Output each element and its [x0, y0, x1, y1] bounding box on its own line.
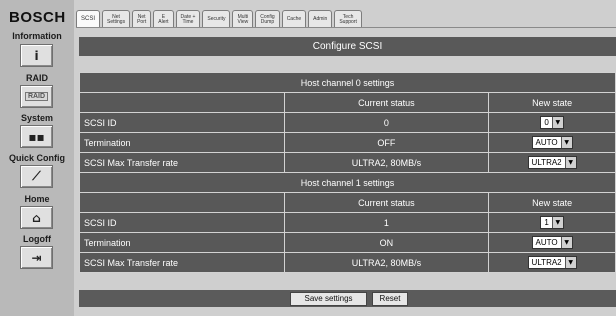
select-value: 0	[544, 118, 549, 127]
row-label: Termination	[79, 132, 285, 153]
current-value: 1	[283, 212, 490, 233]
row-label: SCSI Max Transfer rate	[79, 152, 285, 173]
sidebar-label-system: System	[20, 113, 54, 123]
select-value: AUTO	[535, 238, 558, 247]
column-header-new: New state	[488, 192, 616, 213]
select-value: ULTRA2	[531, 258, 562, 267]
tab-multi-view[interactable]: Multi View	[232, 10, 254, 28]
column-header-blank	[79, 92, 285, 113]
tab-security[interactable]: Security	[202, 10, 231, 28]
sidebar: BOSCH Information i RAID RAID System ▪▪ …	[0, 0, 74, 316]
chevron-down-icon[interactable]: ▼	[564, 257, 576, 268]
sidebar-item-raid[interactable]: RAID	[20, 85, 53, 108]
row-label: SCSI Max Transfer rate	[79, 252, 285, 273]
tab-config-dump[interactable]: Config Dump	[255, 10, 280, 28]
table-row: SCSI ID 1 1 ▼	[79, 212, 616, 233]
row-label: SCSI ID	[79, 112, 285, 133]
settings-table: Host channel 0 settings Current status N…	[79, 72, 616, 273]
chevron-down-icon[interactable]: ▼	[564, 157, 576, 168]
tab-net-settings[interactable]: Net Settings	[102, 10, 131, 28]
reset-button[interactable]: Reset	[372, 292, 408, 306]
table-row: SCSI Max Transfer rate ULTRA2, 80MB/s UL…	[79, 152, 616, 173]
column-header-row: Current status New state	[79, 192, 616, 213]
sidebar-label-information: Information	[12, 31, 62, 41]
home-icon: ⌂	[32, 210, 41, 225]
scsi-id-select[interactable]: 0 ▼	[540, 116, 564, 129]
current-value: OFF	[283, 132, 490, 153]
raid-icon: RAID	[24, 92, 49, 101]
transfer-rate-select[interactable]: ULTRA2 ▼	[527, 256, 577, 269]
column-header-current: Current status	[283, 92, 490, 113]
tab-tech-support[interactable]: Tech Support	[334, 10, 362, 28]
page-header: Configure SCSI	[79, 37, 616, 56]
tab-net-port[interactable]: Net Port	[132, 10, 152, 28]
tab-admin[interactable]: Admin	[308, 10, 333, 28]
select-value: 1	[544, 218, 549, 227]
new-state-cell: 1 ▼	[488, 212, 616, 233]
sidebar-item-home[interactable]: ⌂	[20, 206, 53, 229]
sidebar-item-system[interactable]: ▪▪	[20, 125, 53, 148]
table-row: SCSI Max Transfer rate ULTRA2, 80MB/s UL…	[79, 252, 616, 273]
quick-config-icon: ⟋	[32, 169, 41, 183]
termination-select[interactable]: AUTO ▼	[531, 236, 573, 249]
new-state-cell: 0 ▼	[488, 112, 616, 133]
channel-1-header-row: Host channel 1 settings	[79, 172, 616, 193]
channel-1-title: Host channel 1 settings	[79, 172, 616, 193]
current-value: ON	[283, 232, 490, 253]
channel-0-header-row: Host channel 0 settings	[79, 72, 616, 93]
page-title: Configure SCSI	[79, 37, 616, 56]
current-value: ULTRA2, 80MB/s	[283, 252, 490, 273]
new-state-cell: ULTRA2 ▼	[488, 152, 616, 173]
app-window: BOSCH Information i RAID RAID System ▪▪ …	[0, 0, 616, 316]
chevron-down-icon[interactable]: ▼	[560, 237, 572, 248]
tab-date-time[interactable]: Date + Time	[175, 10, 201, 28]
tab-bar: SCSI Net Settings Net Port E Alert Date …	[76, 10, 364, 28]
sidebar-label-raid: RAID	[26, 73, 48, 83]
select-value: AUTO	[535, 138, 558, 147]
column-header-row: Current status New state	[79, 92, 616, 113]
sidebar-item-quick-config[interactable]: ⟋	[20, 165, 53, 188]
system-icon: ▪▪	[28, 129, 45, 144]
new-state-cell: ULTRA2 ▼	[488, 252, 616, 273]
tab-scsi[interactable]: SCSI	[76, 10, 101, 28]
info-icon: i	[34, 48, 39, 63]
transfer-rate-select[interactable]: ULTRA2 ▼	[527, 156, 577, 169]
tab-e-alert[interactable]: E Alert	[153, 10, 174, 28]
new-state-cell: AUTO ▼	[488, 232, 616, 253]
table-row: Termination ON AUTO ▼	[79, 232, 616, 253]
select-value: ULTRA2	[531, 158, 562, 167]
current-value: 0	[283, 112, 490, 133]
tab-divider	[76, 27, 616, 28]
table-row: SCSI ID 0 0 ▼	[79, 112, 616, 133]
column-header-new: New state	[488, 92, 616, 113]
row-label: Termination	[79, 232, 285, 253]
new-state-cell: AUTO ▼	[488, 132, 616, 153]
sidebar-label-quick-config: Quick Config	[9, 153, 65, 163]
channel-0-title: Host channel 0 settings	[79, 72, 616, 93]
logoff-icon: ⇥	[31, 250, 42, 265]
column-header-blank	[79, 192, 285, 213]
table-row: Termination OFF AUTO ▼	[79, 132, 616, 153]
chevron-down-icon[interactable]: ▼	[551, 217, 563, 228]
scsi-id-select[interactable]: 1 ▼	[540, 216, 564, 229]
sidebar-item-logoff[interactable]: ⇥	[20, 246, 53, 269]
action-bar: Save settings Reset	[79, 290, 616, 307]
current-value: ULTRA2, 80MB/s	[283, 152, 490, 173]
tab-cache[interactable]: Cache	[281, 10, 307, 28]
sidebar-label-logoff: Logoff	[23, 234, 51, 244]
row-label: SCSI ID	[79, 212, 285, 233]
column-header-current: Current status	[283, 192, 490, 213]
termination-select[interactable]: AUTO ▼	[531, 136, 573, 149]
sidebar-label-home: Home	[24, 194, 50, 204]
chevron-down-icon[interactable]: ▼	[560, 137, 572, 148]
brand-logo: BOSCH	[9, 9, 66, 26]
chevron-down-icon[interactable]: ▼	[551, 117, 563, 128]
save-settings-button[interactable]: Save settings	[290, 292, 367, 306]
sidebar-item-information[interactable]: i	[20, 44, 53, 67]
